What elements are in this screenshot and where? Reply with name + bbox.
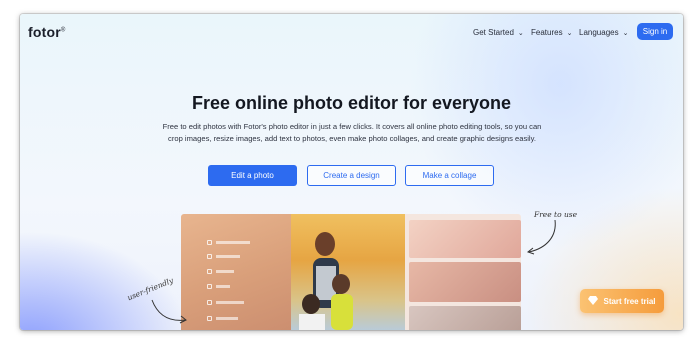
start-free-trial-label: Start free trial <box>603 296 656 306</box>
placeholder-bar <box>216 301 244 304</box>
collage-thumb <box>409 306 521 330</box>
people-photo-illustration <box>299 232 353 330</box>
collage-thumbnails <box>405 214 521 330</box>
placeholder-bar <box>216 270 234 273</box>
preview-menu-item <box>207 316 238 321</box>
square-icon <box>207 284 212 289</box>
placeholder-bar <box>216 285 230 288</box>
nav-features-label: Features <box>531 28 563 37</box>
square-icon <box>207 300 212 305</box>
preview-menu-item <box>207 254 240 259</box>
create-design-button[interactable]: Create a design <box>307 165 396 186</box>
hero-title: Free online photo editor for everyone <box>191 93 512 113</box>
placeholder-bar <box>216 241 250 244</box>
editor-preview-image <box>181 214 521 330</box>
browser-viewport: fotor® Get Started ⌄ Features ⌄ Language… <box>20 14 683 330</box>
nav-get-started-label: Get Started <box>473 28 514 37</box>
placeholder-bar <box>216 317 238 320</box>
registered-mark: ® <box>60 27 66 34</box>
chevron-down-icon: ⌄ <box>517 29 524 37</box>
preview-menu-item <box>207 240 250 245</box>
chevron-down-icon: ⌄ <box>566 29 573 37</box>
preview-menu-item <box>207 269 234 274</box>
preview-menu-item <box>207 284 230 289</box>
square-icon <box>207 316 212 321</box>
curved-arrow-icon <box>151 299 187 324</box>
nav-languages[interactable]: Languages ⌄ <box>579 28 628 37</box>
collage-thumb <box>409 262 521 302</box>
square-icon <box>207 269 212 274</box>
square-icon <box>207 240 212 245</box>
logo-text: fotor <box>28 24 61 40</box>
nav-features[interactable]: Features ⌄ <box>531 28 572 37</box>
nav-languages-label: Languages <box>579 28 619 37</box>
preview-menu-item <box>207 300 244 305</box>
sample-photo <box>291 214 405 330</box>
fotor-logo[interactable]: fotor® <box>28 24 66 40</box>
nav-get-started[interactable]: Get Started ⌄ <box>473 28 524 37</box>
top-navigation-bar: fotor® Get Started ⌄ Features ⌄ Language… <box>20 14 683 50</box>
sign-in-button[interactable]: Sign in <box>637 23 673 40</box>
chevron-down-icon: ⌄ <box>622 29 629 37</box>
edit-photo-button[interactable]: Edit a photo <box>208 165 297 186</box>
diamond-icon <box>588 295 599 307</box>
start-free-trial-button[interactable]: Start free trial <box>580 289 664 313</box>
hero-description: Free to edit photos with Fotor's photo e… <box>162 122 542 143</box>
make-collage-button[interactable]: Make a collage <box>405 165 494 186</box>
curved-arrow-icon <box>526 219 556 255</box>
collage-thumb <box>409 220 521 258</box>
placeholder-bar <box>216 255 240 258</box>
square-icon <box>207 254 212 259</box>
